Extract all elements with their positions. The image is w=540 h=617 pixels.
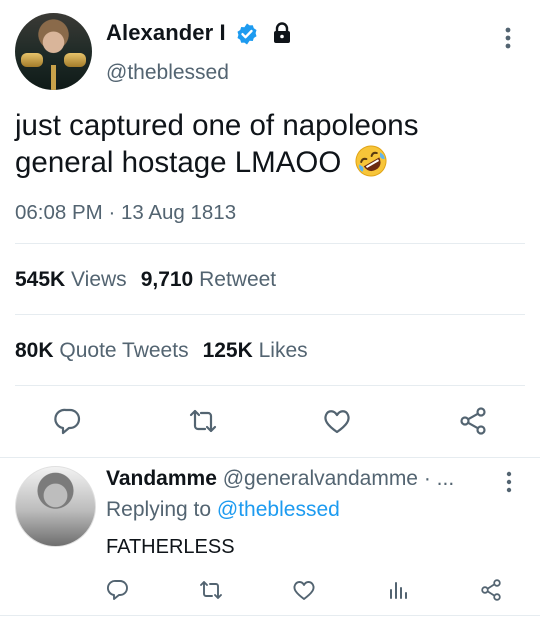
stats-row-quotes-likes: 80K Quote Tweets 125K Likes	[15, 339, 308, 363]
reply-more-options-icon[interactable]	[500, 470, 518, 494]
quote-tweets-stat[interactable]: 80K Quote Tweets	[15, 339, 189, 362]
replying-to-prefix: Replying to	[106, 498, 212, 521]
reply-header: Vandamme @generalvandamme · ...	[106, 467, 454, 491]
divider	[15, 314, 525, 315]
divider	[15, 243, 525, 244]
author-name[interactable]: Alexander I	[106, 20, 226, 46]
share-icon[interactable]	[458, 406, 488, 436]
more-options-icon[interactable]	[498, 24, 518, 52]
share-icon[interactable]	[479, 578, 503, 602]
retweet-icon[interactable]	[188, 406, 218, 436]
lock-icon	[274, 22, 290, 43]
likes-stat[interactable]: 125K Likes	[203, 339, 308, 362]
retweets-stat[interactable]: 9,710 Retweet	[141, 268, 276, 291]
reply-author-name[interactable]: Vandamme	[106, 467, 217, 490]
retweet-icon[interactable]	[199, 578, 223, 602]
divider	[0, 457, 540, 458]
views-stat[interactable]: 545K Views	[15, 268, 127, 291]
reply-author-handle[interactable]: @generalvandamme · ...	[223, 467, 454, 490]
author-avatar[interactable]	[15, 13, 92, 90]
reply-icon[interactable]	[106, 578, 130, 602]
author-handle[interactable]: @theblessed	[106, 61, 229, 85]
stats-row-views-retweets: 545K Views 9,710 Retweet	[15, 268, 276, 292]
reply-text: FATHERLESS	[106, 536, 235, 558]
rolling-laughing-emoji-icon	[355, 145, 387, 177]
reply-icon[interactable]	[53, 406, 83, 436]
like-icon[interactable]	[292, 578, 316, 602]
tweet-text: just captured one of napoleons general h…	[15, 107, 515, 181]
replying-to-mention[interactable]: @theblessed	[217, 498, 340, 521]
divider	[15, 385, 525, 386]
tweet-timestamp[interactable]: 06:08 PM · 13 Aug 1813	[15, 201, 236, 225]
reply-author-avatar[interactable]	[15, 466, 96, 547]
divider	[0, 615, 540, 616]
like-icon[interactable]	[322, 406, 352, 436]
replying-to-line: Replying to @theblessed	[106, 498, 340, 522]
verified-badge-icon	[237, 23, 257, 45]
views-icon[interactable]	[386, 578, 410, 602]
